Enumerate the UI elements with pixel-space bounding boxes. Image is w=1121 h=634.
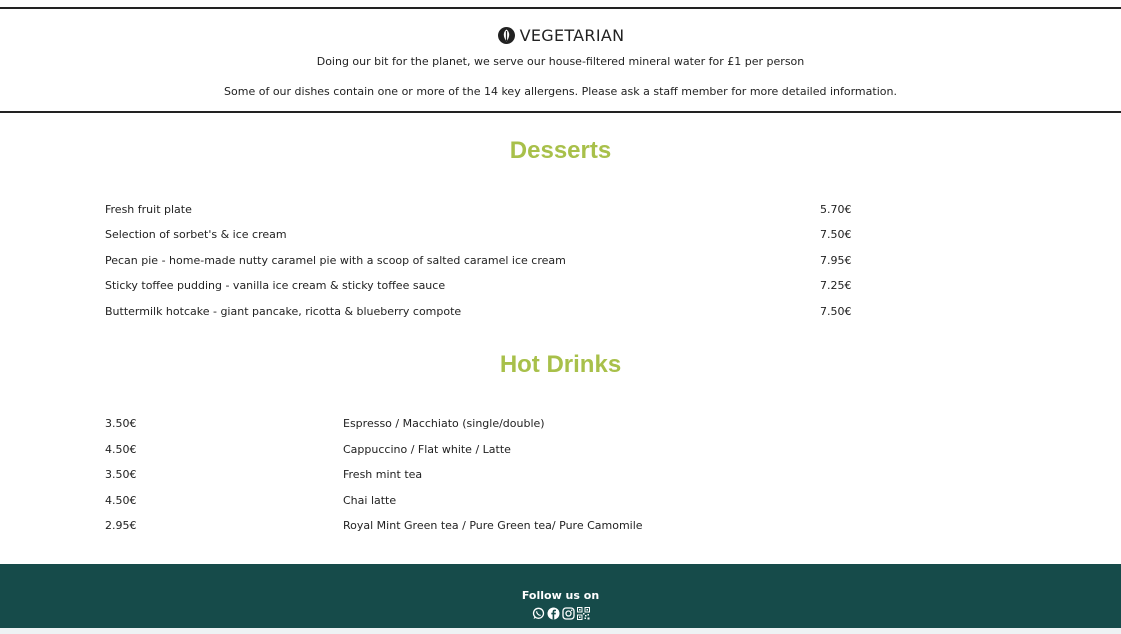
social-links bbox=[0, 605, 1121, 620]
drink-item: 3.50€ Espresso / Macchiato (single/doubl… bbox=[0, 417, 1121, 433]
drink-item: 3.50€ Fresh mint tea bbox=[0, 468, 1121, 484]
dessert-item: Buttermilk hotcake - giant pancake, rico… bbox=[0, 305, 1121, 321]
whatsapp-icon[interactable] bbox=[532, 605, 545, 619]
dessert-price: 7.50€ bbox=[820, 228, 852, 241]
drink-name: Fresh mint tea bbox=[343, 468, 423, 481]
drink-item: 4.50€ Chai latte bbox=[0, 494, 1121, 510]
qr-code-icon[interactable] bbox=[576, 605, 590, 620]
dessert-item: Fresh fruit plate 5.70€ bbox=[0, 203, 1121, 219]
follow-us-label: Follow us on bbox=[521, 589, 600, 602]
dessert-name: Selection of sorbet's & ice cream bbox=[105, 228, 287, 241]
drink-item: 4.50€ Cappuccino / Flat white / Latte bbox=[0, 443, 1121, 459]
dessert-item: Pecan pie - home-made nutty caramel pie … bbox=[0, 254, 1121, 270]
vegetarian-legend: VEGETARIAN bbox=[0, 24, 1121, 46]
dessert-price: 7.50€ bbox=[820, 305, 852, 318]
dessert-name: Sticky toffee pudding - vanilla ice crea… bbox=[105, 279, 446, 292]
dessert-name: Buttermilk hotcake - giant pancake, rico… bbox=[105, 305, 462, 318]
hot-drinks-title: Hot Drinks bbox=[499, 351, 622, 378]
info-box: VEGETARIAN Doing our bit for the planet,… bbox=[0, 7, 1121, 113]
drink-price: 3.50€ bbox=[105, 417, 137, 430]
drink-price: 4.50€ bbox=[105, 494, 137, 507]
instagram-icon[interactable] bbox=[561, 605, 575, 620]
dessert-item: Selection of sorbet's & ice cream 7.50€ bbox=[0, 228, 1121, 244]
dessert-name: Fresh fruit plate bbox=[105, 203, 192, 216]
dessert-price: 7.25€ bbox=[820, 279, 852, 292]
allergen-note: Some of our dishes contain one or more o… bbox=[224, 85, 897, 98]
water-note: Doing our bit for the planet, we serve o… bbox=[316, 55, 805, 68]
drink-name: Royal Mint Green tea / Pure Green tea/ P… bbox=[343, 519, 643, 532]
drink-price: 2.95€ bbox=[105, 519, 137, 532]
drink-name: Chai latte bbox=[343, 494, 397, 507]
dessert-price: 7.95€ bbox=[820, 254, 852, 267]
vegetarian-label: VEGETARIAN bbox=[519, 25, 625, 45]
dessert-name: Pecan pie - home-made nutty caramel pie … bbox=[105, 254, 566, 267]
dessert-item: Sticky toffee pudding - vanilla ice crea… bbox=[0, 279, 1121, 295]
footer: Follow us on bbox=[0, 564, 1121, 628]
drink-price: 3.50€ bbox=[105, 468, 137, 481]
desserts-title: Desserts bbox=[509, 137, 612, 164]
drink-item: 2.95€ Royal Mint Green tea / Pure Green … bbox=[0, 519, 1121, 535]
dessert-price: 5.70€ bbox=[820, 203, 852, 216]
facebook-icon[interactable] bbox=[547, 605, 560, 620]
vegetarian-icon bbox=[497, 26, 516, 45]
drink-name: Espresso / Macchiato (single/double) bbox=[343, 417, 545, 430]
page-bottom-strip bbox=[0, 628, 1121, 634]
drink-name: Cappuccino / Flat white / Latte bbox=[343, 443, 511, 456]
drink-price: 4.50€ bbox=[105, 443, 137, 456]
